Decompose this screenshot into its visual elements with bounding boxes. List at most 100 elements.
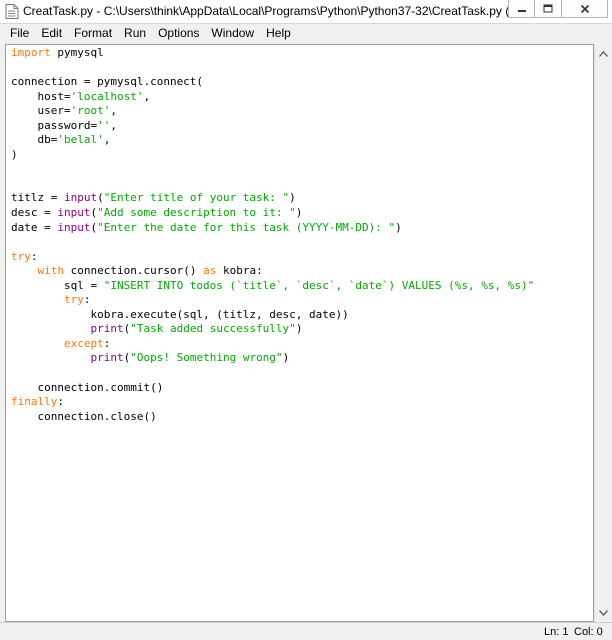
string-token: 'root': [70, 104, 111, 118]
keyword-token: except: [63, 336, 104, 350]
builtin-token: input: [57, 220, 91, 234]
scroll-down-icon[interactable]: [597, 606, 610, 619]
code-token: ,: [110, 118, 117, 132]
code-token: ): [295, 322, 303, 336]
vertical-scrollbar[interactable]: [594, 44, 611, 622]
code-token: ): [282, 351, 290, 365]
code-token: :: [57, 395, 64, 409]
window-controls: [508, 0, 608, 18]
string-token: "Add some description to it: ": [97, 206, 296, 220]
code-line: connection.commit(): [11, 381, 534, 396]
code-token: ): [289, 191, 296, 205]
code-token: titlz =: [11, 191, 64, 205]
maximize-icon: [543, 4, 553, 12]
keyword-token: as: [203, 264, 217, 278]
code-token: connection.cursor(): [64, 264, 204, 278]
builtin-token: print: [90, 351, 124, 365]
code-token: date =: [11, 220, 58, 234]
window-title: CreatTask.py - C:\Users\think\AppData\Lo…: [23, 4, 540, 18]
string-token: "Enter title of your task: ": [103, 191, 290, 205]
menu-format[interactable]: Format: [68, 24, 118, 43]
code-token: kobra:: [216, 264, 263, 278]
menu-options[interactable]: Options: [152, 24, 205, 43]
code-token: ): [295, 206, 303, 220]
code-line: ): [11, 148, 534, 163]
close-button[interactable]: [562, 0, 608, 18]
code-token: ): [395, 220, 402, 234]
code-line: finally:: [11, 395, 534, 410]
string-token: "Oops! Something wrong": [130, 351, 283, 365]
menu-help[interactable]: Help: [260, 24, 297, 43]
code-line: with connection.cursor() as kobra:: [11, 264, 534, 279]
code-line: try:: [11, 293, 534, 308]
status-bar: Ln: 1 Col: 0: [0, 622, 612, 640]
code-line: sql = "INSERT INTO todos (`title`, `desc…: [11, 279, 534, 294]
code-editor[interactable]: import pymysql connection = pymysql.conne…: [5, 44, 594, 622]
document-icon: [5, 4, 19, 19]
code-token: host=: [11, 89, 71, 103]
string-token: "INSERT INTO todos (`title`, `desc`, `da…: [103, 278, 535, 292]
code-line: date = input("Enter the date for this ta…: [11, 221, 534, 236]
menu-edit[interactable]: Edit: [35, 24, 68, 43]
code-line: db='belal',: [11, 133, 534, 148]
code-line: kobra.execute(sql, (titlz, desc, date)): [11, 308, 534, 323]
code-token: ,: [110, 104, 117, 118]
menu-window[interactable]: Window: [205, 24, 260, 43]
minimize-button[interactable]: [508, 0, 535, 18]
code-line: password='',: [11, 119, 534, 134]
builtin-token: input: [63, 191, 98, 205]
code-line: import pymysql: [11, 46, 534, 61]
code-token: :: [83, 293, 91, 307]
code-token: (: [97, 191, 104, 205]
code-token: kobra.execute(sql, (titlz, desc, date)): [11, 307, 349, 321]
code-line: desc = input("Add some description to it…: [11, 206, 534, 221]
scroll-up-icon[interactable]: [597, 47, 610, 60]
keyword-token: try: [63, 293, 84, 307]
code-line: try:: [11, 250, 534, 265]
code-token: ,: [143, 89, 151, 103]
minimize-icon: [517, 9, 526, 12]
maximize-button[interactable]: [535, 0, 562, 18]
string-token: 'belal': [57, 133, 104, 147]
code-token: ): [11, 147, 18, 161]
code-line: print("Oops! Something wrong"): [11, 351, 534, 366]
code-token: :: [103, 336, 111, 350]
code-token: user=: [11, 104, 71, 118]
code-line: connection.close(): [11, 410, 534, 425]
menu-file[interactable]: File: [4, 24, 35, 43]
code-token: ,: [103, 133, 111, 147]
code-line: connection = pymysql.connect(: [11, 75, 534, 90]
keyword-token: try: [11, 249, 31, 263]
code-token: :: [30, 249, 38, 263]
code-token: connection.commit(): [11, 380, 164, 394]
status-line: Ln: 1: [544, 626, 569, 638]
string-token: 'localhost': [70, 89, 144, 103]
keyword-token: finally: [11, 395, 58, 409]
string-token: '': [97, 118, 111, 132]
builtin-token: input: [57, 206, 91, 220]
close-icon: [580, 4, 589, 13]
keyword-token: import: [11, 46, 51, 59]
status-column: Col: 0: [574, 626, 603, 638]
code-line: titlz = input("Enter title of your task:…: [11, 191, 534, 206]
code-text[interactable]: import pymysql connection = pymysql.conne…: [11, 46, 534, 424]
string-token: "Task added successfully": [130, 322, 296, 336]
code-token: db=: [11, 133, 58, 147]
builtin-token: print: [90, 322, 124, 336]
menu-run[interactable]: Run: [118, 24, 152, 43]
code-token: sql =: [11, 278, 104, 292]
code-line: host='localhost',: [11, 90, 534, 105]
code-token: pymysql: [50, 46, 104, 59]
code-token: connection.close(): [11, 409, 157, 423]
code-line: except:: [11, 337, 534, 352]
code-token: desc =: [11, 206, 58, 220]
